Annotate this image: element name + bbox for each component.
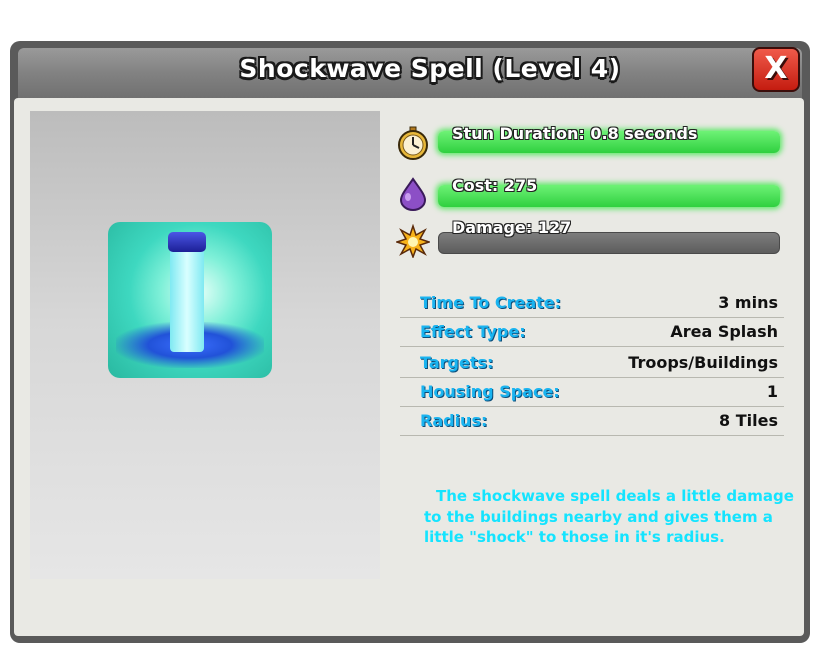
- spell-vial-cap: [168, 232, 206, 252]
- spell-description: The shockwave spell deals a little damag…: [424, 487, 794, 546]
- detail-row: Time To Create: 3 mins: [400, 289, 784, 318]
- detail-label: Housing Space:: [420, 382, 560, 401]
- detail-label: Effect Type:: [420, 322, 526, 341]
- close-button[interactable]: X: [752, 47, 800, 92]
- detail-row: Radius: 8 Tiles: [400, 407, 784, 436]
- detail-label: Targets:: [420, 353, 494, 372]
- dialog-title: Shockwave Spell (Level 4): [239, 54, 621, 83]
- detail-row: Housing Space: 1: [400, 378, 784, 407]
- detail-value: 1: [766, 382, 778, 401]
- detail-row: Effect Type: Area Splash: [400, 318, 784, 347]
- explosion-icon: [396, 224, 430, 258]
- damage-label: Damage: 127: [452, 218, 572, 237]
- cost-label: Cost: 275: [452, 176, 538, 195]
- detail-label: Time To Create:: [420, 293, 562, 312]
- shockwave-spell-icon: [108, 222, 272, 378]
- detail-value: Area Splash: [670, 322, 778, 341]
- detail-label: Radius:: [420, 411, 488, 430]
- detail-value: 8 Tiles: [719, 411, 778, 430]
- detail-row: Targets: Troops/Buildings: [400, 349, 784, 378]
- stun-duration-label: Stun Duration: 0.8 seconds: [452, 124, 698, 143]
- elixir-drop-icon: [399, 177, 427, 211]
- spell-vial: [170, 236, 204, 352]
- detail-value: Troops/Buildings: [628, 353, 778, 372]
- stopwatch-icon: [398, 126, 428, 160]
- detail-value: 3 mins: [718, 293, 778, 312]
